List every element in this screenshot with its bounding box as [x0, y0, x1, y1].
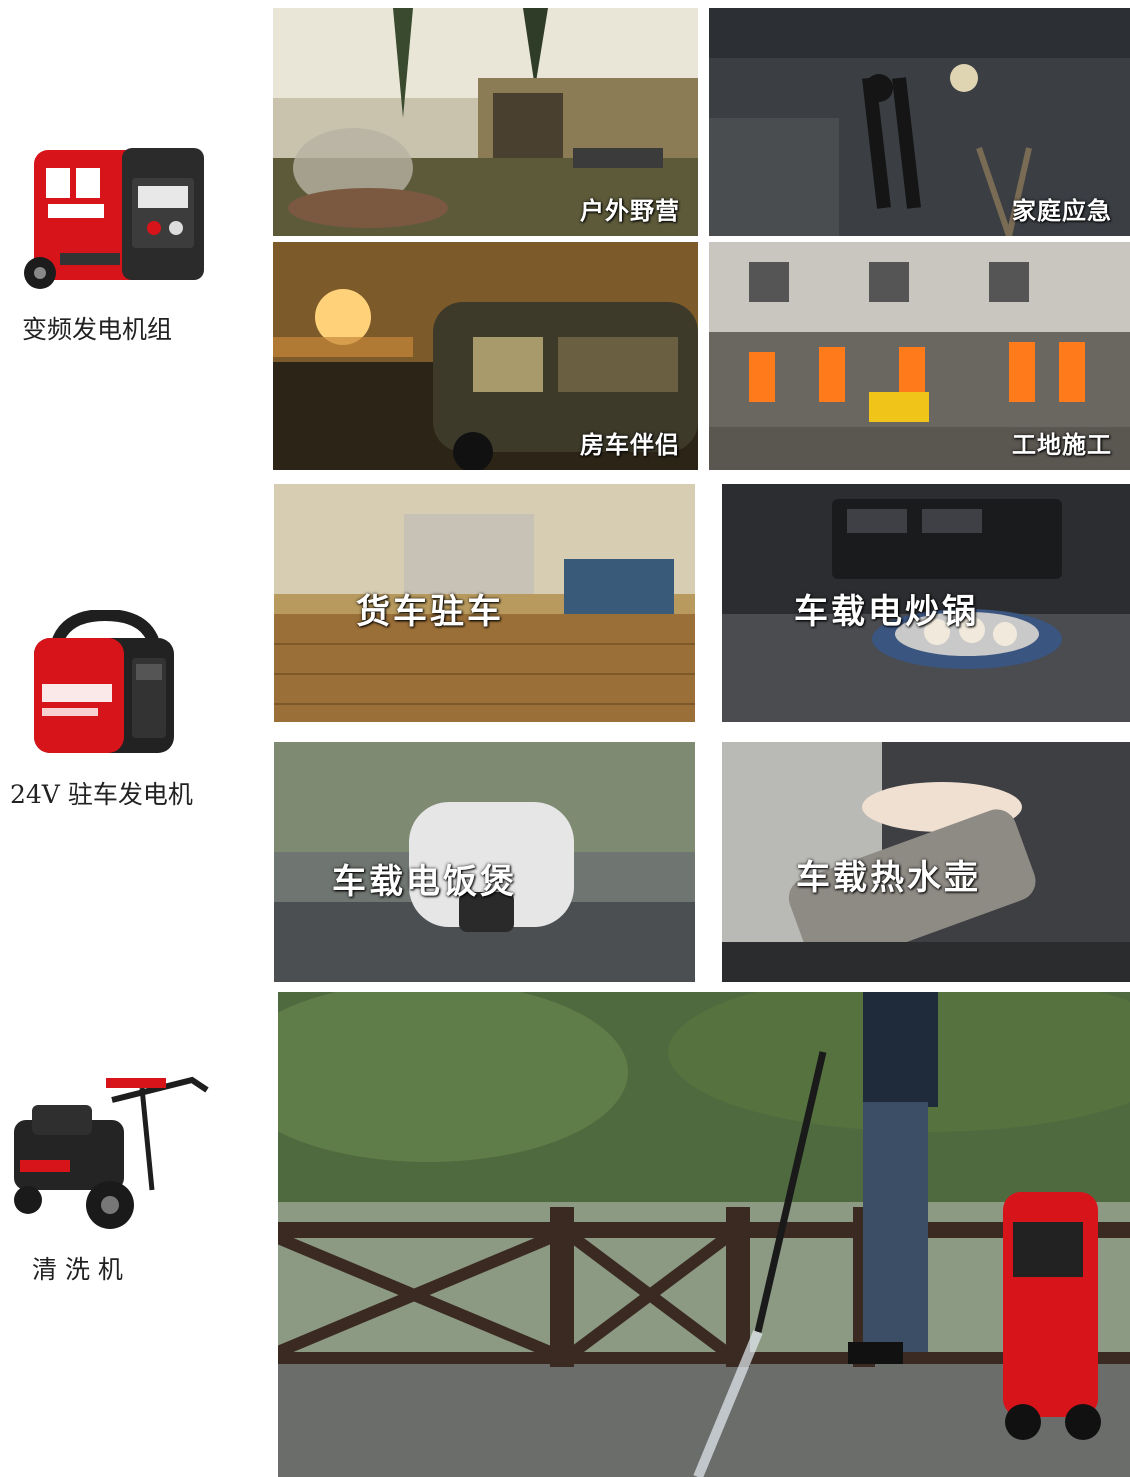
- scene-caption-truck-parking: 货车驻车: [356, 592, 504, 632]
- scene-photo-wok: 车载电炒锅: [722, 484, 1130, 722]
- scene-caption-rv: 房车伴侣: [580, 431, 680, 459]
- scene-photo-construction: 工地施工: [709, 242, 1130, 470]
- inverter-generator-image: [4, 138, 226, 298]
- scene-caption-kettle: 车载热水壶: [796, 858, 981, 898]
- scene-photo-kettle: 车载热水壶: [722, 742, 1130, 982]
- pressure-washer-image: [2, 1060, 214, 1232]
- scene-photo-rice-cooker: 车载电饭煲: [274, 742, 695, 982]
- scene-photo-truck-parking: 货车驻车: [274, 484, 695, 722]
- scene-caption-home-emergency: 家庭应急: [1012, 197, 1112, 225]
- pressure-washer-icon: [14, 1076, 209, 1229]
- scene-caption-camping: 户外野营: [580, 197, 680, 225]
- scene-caption-construction: 工地施工: [1012, 431, 1112, 459]
- scene-photo-rv: 房车伴侣: [273, 242, 698, 470]
- inverter-generator-icon: [24, 148, 204, 289]
- product-label-pressure-washer: 清 洗 机: [32, 1255, 123, 1284]
- scene-caption-wok: 车载电炒锅: [794, 592, 979, 632]
- scene-photo-camping: 户外野营: [273, 8, 698, 236]
- product-label-inverter-generator: 变频发电机组: [22, 315, 173, 344]
- scene-photo-pressure-washing: [278, 992, 1130, 1477]
- scene-caption-rice-cooker: 车载电饭煲: [332, 862, 517, 902]
- product-label-parking-generator: 24V 驻车发电机: [10, 780, 193, 809]
- parking-generator-icon: [34, 608, 174, 753]
- parking-generator-image: [28, 608, 183, 760]
- scene-photo-home-emergency: 家庭应急: [709, 8, 1130, 236]
